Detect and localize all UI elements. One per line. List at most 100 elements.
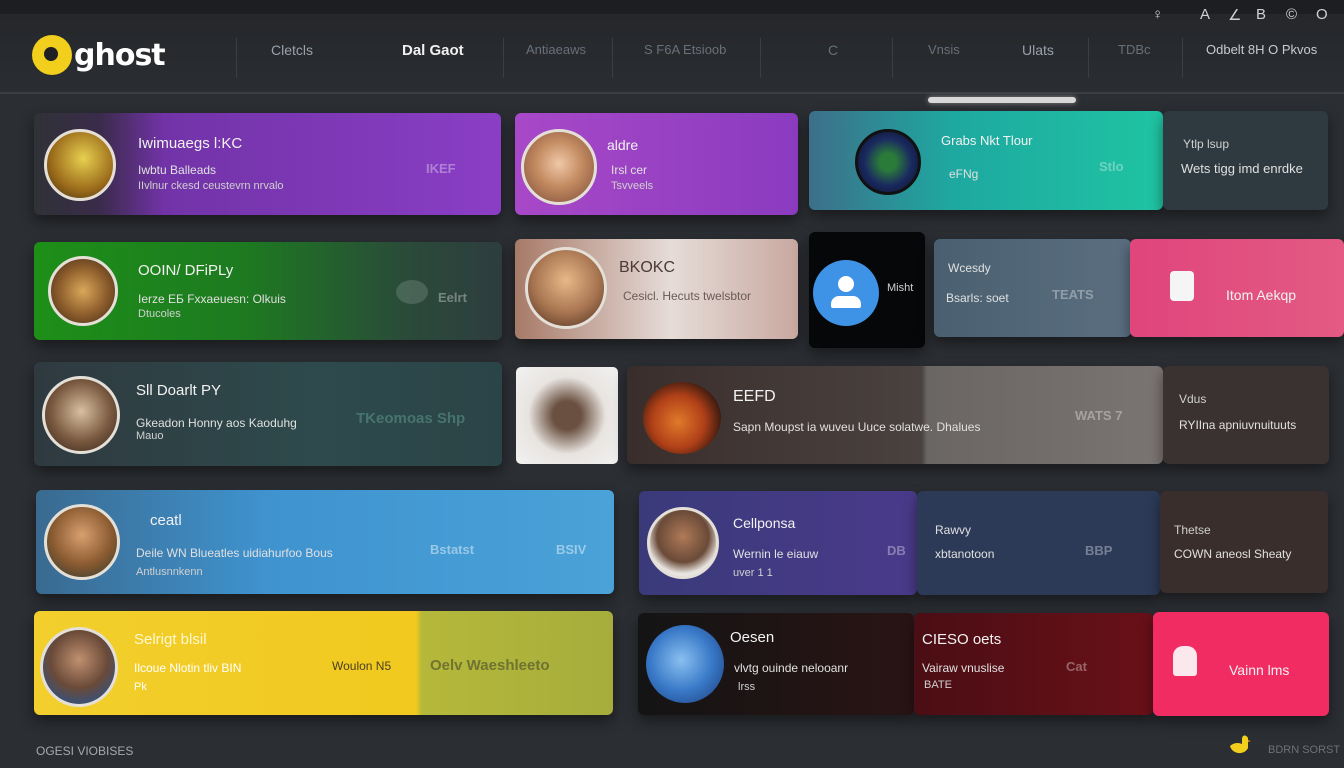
channel-card[interactable]: Thetse COWN aneosl Sheaty bbox=[1160, 491, 1328, 593]
card-subtitle: Vairaw vnuslise bbox=[922, 661, 1005, 675]
nav-divider bbox=[236, 38, 237, 78]
nav-item-5[interactable]: C bbox=[828, 42, 838, 68]
card-subtitle: Bsarls: soet bbox=[946, 291, 1009, 305]
card-subtitle: Irsl cer bbox=[611, 163, 647, 177]
nav-item-6[interactable]: Vnsis bbox=[928, 42, 960, 68]
channel-card[interactable]: Vdus RYIIna apniuvnuituuts bbox=[1163, 366, 1329, 464]
card-title: CIESO oets bbox=[922, 631, 1002, 648]
card-subtitle: Deile WN Blueatles uidiahurfoo Bous bbox=[136, 546, 333, 560]
card-label: Itom Aekqp bbox=[1226, 287, 1297, 303]
card-title: ceatl bbox=[150, 512, 182, 529]
card-subtitle: RYIIna apniuvnuituuts bbox=[1179, 418, 1297, 432]
nav-item-3[interactable]: Antiaeaws bbox=[526, 42, 586, 68]
card-subtitle: Wets tigg imd enrdke bbox=[1181, 161, 1303, 176]
channel-card[interactable]: Grabs Nkt Tlour eFNg Stlo bbox=[809, 111, 1163, 210]
card-title: BKOKC bbox=[619, 259, 676, 276]
bag-icon bbox=[1173, 646, 1197, 676]
avatar bbox=[646, 625, 724, 703]
channel-card[interactable]: BKOKC Cesicl. Hecuts twelsbtor bbox=[515, 239, 798, 339]
card-subtitle: COWN aneosl Sheaty bbox=[1174, 547, 1292, 561]
nav-item-2-active[interactable]: Dal Gaot bbox=[402, 42, 464, 68]
card-title: Sll Doarlt PY bbox=[136, 382, 222, 399]
thumbnail[interactable] bbox=[516, 367, 618, 464]
card-subtitle: Sapn Moupst ia wuveu Uuce solatwe. Dhalu… bbox=[733, 420, 981, 434]
circle-icon[interactable]: O bbox=[1316, 6, 1328, 23]
calendar-icon[interactable]: B bbox=[1256, 6, 1266, 23]
window-top-strip bbox=[0, 0, 1344, 14]
card-tag: Eelrt bbox=[438, 290, 467, 305]
channel-card[interactable]: OOIN/ DFiPLy Ierze ЕБ Fxxaeuesn: Olkuis … bbox=[34, 242, 502, 340]
avatar bbox=[44, 129, 116, 201]
card-label: Misht bbox=[887, 282, 914, 294]
card-meta: Antlusnnkenn bbox=[136, 566, 203, 578]
card-title: Selrigt blsil bbox=[134, 631, 207, 648]
channel-card[interactable]: Ytlp lsup Wets tigg imd enrdke bbox=[1163, 111, 1328, 210]
logo-text: ghost bbox=[74, 37, 166, 73]
card-tag: WATS 7 bbox=[1075, 408, 1123, 423]
card-title: Oesen bbox=[730, 629, 775, 646]
bag-icon bbox=[1170, 271, 1194, 301]
card-tag: IKEF bbox=[426, 161, 456, 176]
card-title: Thetse bbox=[1174, 523, 1211, 537]
avatar bbox=[525, 247, 607, 329]
nav-item-4[interactable]: S F6A Etsioob bbox=[644, 42, 726, 68]
user-icon[interactable]: ♀ bbox=[1152, 6, 1163, 23]
settings-icon[interactable]: © bbox=[1286, 6, 1297, 23]
channel-card[interactable]: Sll Doarlt PY Gkeadon Honny aos Kaoduhg … bbox=[34, 362, 502, 466]
scroll-indicator[interactable] bbox=[928, 97, 1076, 103]
footer-text: OGESI VIOBISES bbox=[36, 744, 134, 758]
card-tag: Woulon N5 bbox=[332, 659, 392, 673]
avatar bbox=[40, 627, 118, 707]
channel-card[interactable]: Iwimuaegs l:KC Iwbtu Balleads IIvlnur ck… bbox=[34, 113, 501, 215]
card-title: Ytlp lsup bbox=[1183, 137, 1230, 151]
top-navigation-bar: ghost Cletcls Dal Gaot Antiaeaws S F6A E… bbox=[0, 14, 1344, 94]
card-subtitle: vlvtg ouinde nelooanr bbox=[734, 661, 849, 675]
card-subtitle: Ilcoue Nlotin tliv BIN bbox=[134, 661, 242, 675]
channel-card[interactable]: ceatl Deile WN Blueatles uidiahurfoo Bou… bbox=[36, 490, 614, 594]
nav-divider bbox=[760, 38, 761, 78]
card-title: Cellponsa bbox=[733, 515, 796, 531]
card-label: Vainn lms bbox=[1229, 662, 1290, 678]
card-tag: BBP bbox=[1085, 543, 1113, 558]
card-meta: Tsvveels bbox=[611, 180, 654, 192]
channel-card[interactable]: Selrigt blsil Ilcoue Nlotin tliv BIN Pk … bbox=[34, 611, 613, 715]
channel-card[interactable]: EEFD Sapn Moupst ia wuveu Uuce solatwe. … bbox=[627, 366, 1163, 464]
profile-icon bbox=[813, 260, 879, 326]
nav-item-8[interactable]: TDBc bbox=[1118, 42, 1151, 68]
avatar bbox=[44, 504, 120, 580]
nav-item-9[interactable]: Odbelt 8H O Pkvos bbox=[1206, 42, 1317, 68]
channel-card[interactable]: CIESO oets Vairaw vnuslise BATE Cat bbox=[914, 613, 1153, 715]
avatar bbox=[855, 129, 921, 195]
channel-card[interactable]: Wcesdy Bsarls: soet TEATS bbox=[934, 239, 1131, 337]
card-subtitle: xbtanotoon bbox=[935, 547, 995, 561]
card-tag: TKeomoas Shp bbox=[356, 410, 466, 427]
channel-card[interactable]: Cellponsa Wernin le eiauw uver 1 1 DB bbox=[639, 491, 917, 595]
card-title: Grabs Nkt Tlour bbox=[941, 133, 1033, 148]
card-subtitle: Ierze ЕБ Fxxaeuesn: Olkuis bbox=[138, 292, 286, 306]
avatar bbox=[521, 129, 597, 205]
card-tag: Oelv Waeshleeto bbox=[430, 657, 550, 674]
nav-item-7[interactable]: Ulats bbox=[1022, 42, 1054, 68]
bell-icon[interactable]: A bbox=[1200, 6, 1210, 23]
avatar bbox=[647, 507, 719, 579]
nav-divider bbox=[503, 38, 504, 78]
note-icon[interactable]: ∠ bbox=[1228, 6, 1241, 24]
card-subtitle: eFNg bbox=[949, 167, 979, 181]
channel-card[interactable]: Oesen vlvtg ouinde nelooanr lrss bbox=[638, 613, 914, 715]
avatar bbox=[643, 382, 721, 454]
card-meta: lrss bbox=[738, 681, 756, 693]
ghost-logo-icon bbox=[32, 35, 72, 75]
channel-card[interactable]: Vainn lms bbox=[1153, 612, 1329, 716]
duck-icon[interactable] bbox=[1226, 732, 1252, 758]
channel-card[interactable]: Itom Aekqp bbox=[1130, 239, 1344, 337]
nav-divider bbox=[612, 38, 613, 78]
card-meta: BATE bbox=[924, 679, 952, 691]
channel-card[interactable]: Rawvy xbtanotoon BBP bbox=[917, 491, 1160, 595]
channel-card[interactable]: aldre Irsl cer Tsvveels bbox=[515, 113, 798, 215]
card-title: aldre bbox=[607, 137, 639, 153]
app-logo[interactable]: ghost bbox=[32, 30, 166, 80]
channel-card[interactable]: Misht bbox=[809, 232, 925, 348]
card-title: EEFD bbox=[733, 388, 776, 405]
nav-divider bbox=[1088, 38, 1089, 78]
nav-item-1[interactable]: Cletcls bbox=[271, 42, 313, 68]
